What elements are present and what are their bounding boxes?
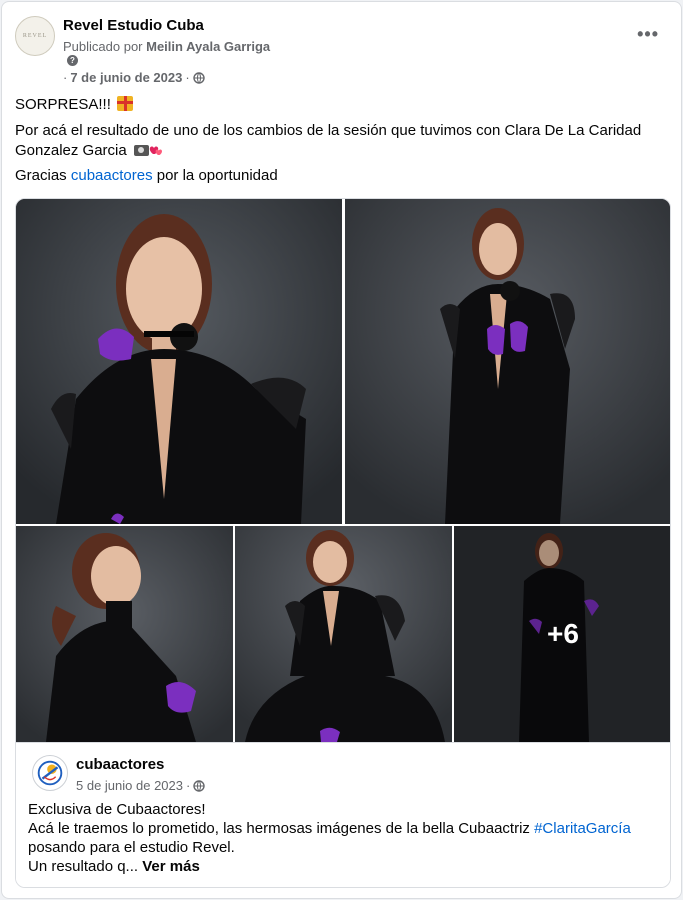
gift-emoji-icon — [117, 96, 134, 111]
page-name-link[interactable]: Revel Estudio Cuba — [63, 17, 204, 34]
camera-emoji-icon — [133, 145, 149, 156]
shared-text-line1: Exclusiva de Cubaactores! — [28, 801, 206, 818]
cubaactores-avatar[interactable] — [32, 755, 68, 791]
published-by: Publicado por Meilin Ayala Garriga — [63, 39, 270, 54]
more-options-icon[interactable]: ••• — [637, 24, 659, 45]
photo-1[interactable] — [16, 199, 342, 524]
post-meta: · 7 de junio de 2023 · — [63, 70, 205, 85]
photo-3-image — [16, 526, 233, 742]
shared-text-line4: Un resultado q... Ver más — [28, 857, 658, 876]
page-avatar[interactable]: REVEL — [15, 16, 55, 56]
shared-text-truncated: Un resultado q... — [28, 858, 139, 875]
more-photos-count[interactable]: +6 — [454, 526, 670, 742]
post-text-surprise: SORPRESA!!! — [15, 96, 111, 113]
shared-text-line3: posando para el estudio Revel. — [28, 839, 235, 856]
hashtag-link[interactable]: #ClaritaGarcía — [534, 820, 631, 837]
see-more-link[interactable]: Ver más — [142, 858, 200, 875]
photo-4[interactable] — [235, 526, 452, 742]
cubaactores-mention-link[interactable]: cubaactores — [71, 167, 153, 184]
post-date-link[interactable]: 7 de junio de 2023 — [70, 70, 182, 85]
photo-5-more[interactable]: +6 — [454, 526, 670, 742]
photo-4-image — [235, 526, 452, 742]
shared-post-text: Exclusiva de Cubaactores! Acá le traemos… — [28, 800, 658, 876]
thanks-prefix: Gracias — [15, 167, 67, 184]
shared-text-line2: Acá le traemos lo prometido, las hermosa… — [28, 819, 658, 838]
post-text-line3: Gracias cubaactores por la oportunidad — [15, 166, 667, 186]
post-text-line2: Por acá el resultado de uno de los cambi… — [15, 121, 667, 161]
photo-2-image — [345, 199, 670, 524]
post-text-line1: SORPRESA!!! — [15, 95, 667, 115]
photo-grid: +6 cubaactores 5 de junio de 2023 · Excl… — [15, 198, 671, 888]
globe-icon[interactable] — [193, 779, 206, 792]
shared-text-line2-body: Acá le traemos lo prometido, las hermosa… — [28, 820, 530, 837]
post-card: REVEL Revel Estudio Cuba Publicado por M… — [1, 1, 682, 899]
avatar-logo-text: REVEL — [22, 33, 48, 39]
globe-icon[interactable] — [192, 71, 205, 84]
meta-dot: · — [185, 70, 190, 85]
thanks-suffix: por la oportunidad — [156, 167, 278, 184]
shared-page-name-link[interactable]: cubaactores — [76, 756, 164, 773]
shared-post-meta: 5 de junio de 2023 · — [76, 778, 206, 793]
shared-post[interactable]: cubaactores 5 de junio de 2023 · Exclusi… — [16, 742, 670, 887]
photo-3[interactable] — [16, 526, 233, 742]
photo-1-image — [16, 199, 342, 524]
photo-2[interactable] — [345, 199, 670, 524]
meta-dot: · — [185, 778, 191, 793]
post-text-body: Por acá el resultado de uno de los cambi… — [15, 122, 642, 159]
published-prefix: Publicado por — [63, 39, 143, 54]
shared-post-date-link[interactable]: 5 de junio de 2023 — [76, 778, 183, 793]
hearts-emoji-icon — [149, 146, 162, 155]
question-icon[interactable]: ? — [67, 55, 78, 66]
cubaactores-logo-icon — [33, 756, 67, 790]
publisher-name-link[interactable]: Meilin Ayala Garriga — [146, 39, 270, 54]
meta-dot: · — [63, 70, 68, 85]
